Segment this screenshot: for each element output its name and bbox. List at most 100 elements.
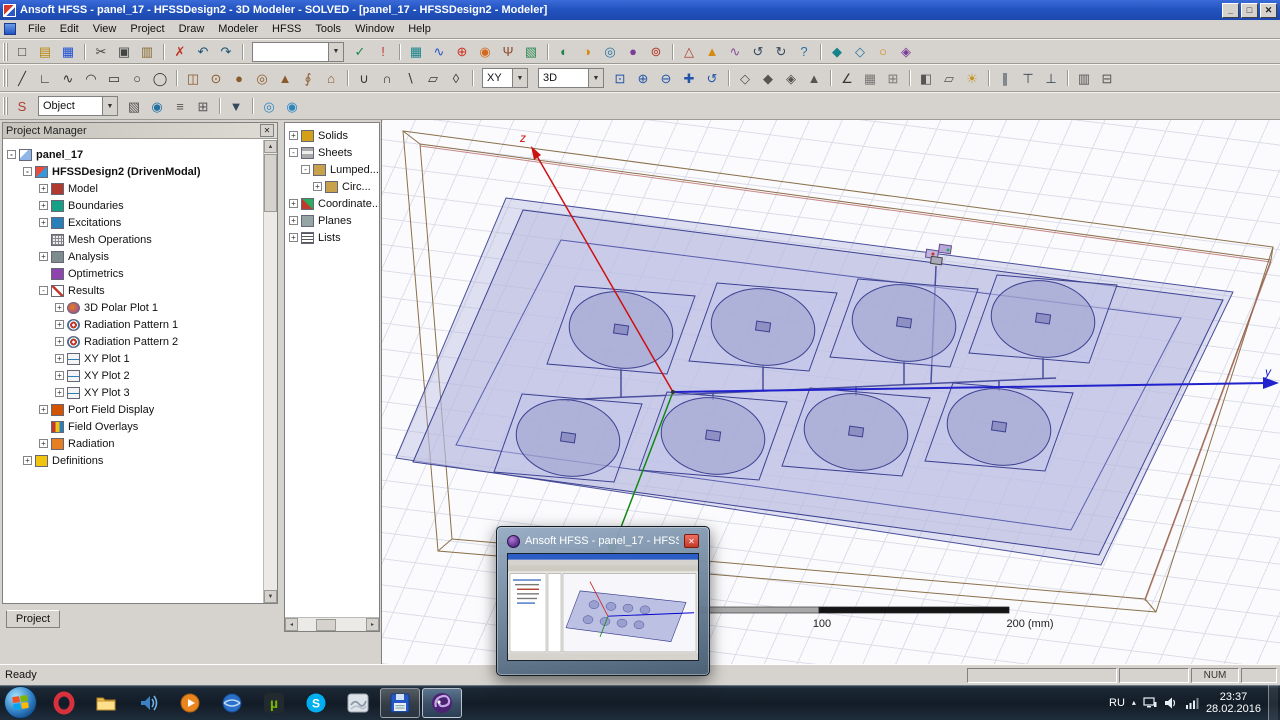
tree-item[interactable]: + 3D Polar Plot 1 [3,299,263,316]
draw-circle-button[interactable]: ◯ [149,68,171,88]
tree-item[interactable]: + Boundaries [3,197,263,214]
delete-button[interactable]: ✗ [169,42,191,62]
analyze-button[interactable]: ! [372,42,394,62]
tree-item[interactable]: + Coordinate... [285,195,379,212]
toolbar-button[interactable] [343,68,352,88]
network-icon[interactable] [1143,696,1157,710]
tree-item[interactable]: + Radiation [3,435,263,452]
close-icon[interactable]: ✕ [260,124,274,137]
sphere-display-button[interactable]: ○ [872,42,894,62]
sweep-button[interactable]: ▱ [422,68,444,88]
tree-item[interactable]: + XY Plot 2 [3,367,263,384]
tree-item[interactable]: + XY Plot 3 [3,384,263,401]
tree-item[interactable]: - Sheets [285,144,379,161]
toolbar-grip[interactable] [3,97,8,115]
split-button[interactable]: ◊ [445,68,467,88]
expand-toggle-icon[interactable]: + [289,233,298,242]
taskbar-item-browser[interactable] [212,688,252,718]
expand-toggle-icon[interactable]: + [289,131,298,140]
draw-cylinder-button[interactable]: ⊙ [205,68,227,88]
hpc-options-button[interactable]: ◎ [599,42,621,62]
toolbar-button[interactable] [724,68,733,88]
group-objects-button[interactable]: ⊞ [192,96,214,116]
fit-all-button[interactable]: ⊡ [609,68,631,88]
window-cascade-button[interactable]: ▥ [1073,68,1095,88]
tree-item[interactable]: + Excitations [3,214,263,231]
menu-item[interactable]: HFSS [265,20,308,38]
toolbar-grip[interactable] [3,43,8,61]
tree-item[interactable]: + Radiation Pattern 1 [3,316,263,333]
global-cs-button[interactable]: ◎ [258,96,280,116]
toolbar-button[interactable] [1063,68,1072,88]
new-button[interactable]: □ [11,42,33,62]
cut-button[interactable]: ✂ [90,42,112,62]
menu-item[interactable]: Project [123,20,171,38]
draw-polyline-button[interactable]: ∟ [34,68,56,88]
material-button[interactable]: ◈ [895,42,917,62]
expand-toggle-icon[interactable]: - [7,150,16,159]
expand-toggle-icon[interactable]: + [55,320,64,329]
matrix-data-button[interactable]: ▦ [405,42,427,62]
start-button[interactable] [4,686,37,719]
rotate-view-button[interactable]: ↺ [701,68,723,88]
expand-toggle-icon[interactable]: + [313,182,322,191]
toolbar-button[interactable] [215,96,224,116]
plane-combo[interactable]: XY ▼ [482,68,528,88]
toolbar-button[interactable] [905,68,914,88]
tree-item[interactable]: Mesh Operations [3,231,263,248]
redo-button[interactable]: ↷ [215,42,237,62]
toolbar-button[interactable] [543,42,552,62]
chevron-down-icon[interactable]: ▼ [102,97,117,115]
project-manager-header[interactable]: Project Manager ✕ [3,123,277,139]
toolbar-grip[interactable] [3,69,8,87]
chevron-down-icon[interactable]: ▼ [588,69,603,87]
expand-toggle-icon[interactable]: - [39,286,48,295]
modeler-tree-scrollbar[interactable]: ◂ ▸ [285,617,379,631]
open-button[interactable]: ▤ [34,42,56,62]
toolbar-button[interactable] [816,42,825,62]
boolean-subtract-button[interactable]: ∖ [399,68,421,88]
antenna-params-button[interactable]: Ψ [497,42,519,62]
shaded-view-button[interactable]: ◧ [915,68,937,88]
menu-item[interactable]: Draw [172,20,212,38]
taskbar-preview-popup[interactable]: Ansoft HFSS - panel_17 - HFSSD... ✕ [496,526,710,676]
expand-toggle-icon[interactable]: + [23,456,32,465]
expand-toggle-icon[interactable]: + [39,184,48,193]
measure-button[interactable]: ∠ [836,68,858,88]
paste-button[interactable]: ▥ [136,42,158,62]
menu-item[interactable]: Edit [53,20,86,38]
scroll-thumb[interactable] [264,154,277,212]
scroll-left-icon[interactable]: ◂ [285,618,298,631]
tree-item[interactable]: - Lumped... [285,161,379,178]
menu-item[interactable]: Tools [308,20,348,38]
taskbar-item-hfss[interactable] [422,688,462,718]
tree-item[interactable]: - HFSSDesign2 (DrivenModal) [3,163,263,180]
toolbar-button[interactable] [248,96,257,116]
field-overlays-button[interactable]: ⊕ [451,42,473,62]
wireframe-view-button[interactable]: ▱ [938,68,960,88]
project-tree-scrollbar[interactable]: ▲ ▼ [263,140,277,603]
menu-item[interactable]: Modeler [211,20,265,38]
view-xz-button[interactable]: ◈ [780,68,802,88]
taskbar-item-volume[interactable] [128,688,168,718]
view-yz-button[interactable]: ◆ [757,68,779,88]
taskbar-item-explorer[interactable] [86,688,126,718]
draw-box-button[interactable]: ◫ [182,68,204,88]
expand-toggle-icon[interactable]: - [301,165,310,174]
snap-mode-button[interactable]: ⊞ [882,68,904,88]
toolbar-button[interactable] [984,68,993,88]
expand-toggle-icon[interactable]: + [39,252,48,261]
taskbar-item-save-tool[interactable] [380,688,420,718]
lighting-button[interactable]: ☀ [961,68,983,88]
tree-item[interactable]: Field Overlays [3,418,263,435]
align-horizontal-button[interactable]: ∥ [994,68,1016,88]
taskbar-item-media-player[interactable] [170,688,210,718]
expand-toggle-icon[interactable]: + [55,303,64,312]
scroll-right-icon[interactable]: ▸ [366,618,379,631]
view-iso-button[interactable]: ▲ [803,68,825,88]
taskbar-item-graphics-app[interactable] [338,688,378,718]
boolean-intersect-button[interactable]: ∩ [376,68,398,88]
select-face-button[interactable]: ◉ [146,96,168,116]
boundary-display-button[interactable]: △ [678,42,700,62]
toolbar-button[interactable] [159,42,168,62]
